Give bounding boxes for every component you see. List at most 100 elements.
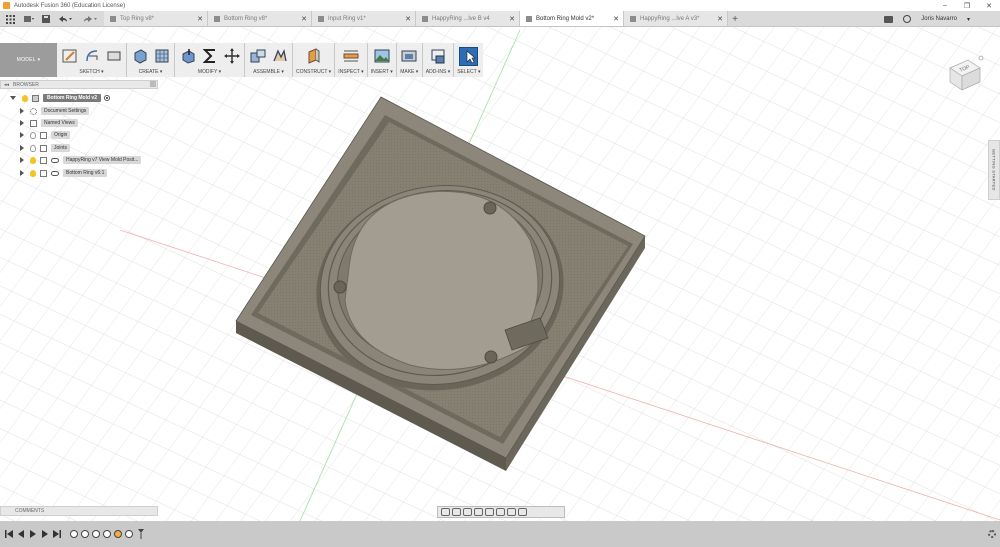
create-group-label[interactable]: CREATE ▾ — [139, 69, 163, 75]
save-icon[interactable] — [38, 12, 54, 26]
file-menu-icon[interactable] — [20, 12, 38, 26]
arc-icon[interactable] — [82, 47, 101, 66]
orbit-icon[interactable] — [441, 508, 450, 516]
sketch-icon[interactable] — [60, 47, 79, 66]
timeline-feature-icon[interactable] — [92, 530, 100, 538]
expand-triangle-icon[interactable] — [20, 157, 24, 163]
tree-item-document-settings[interactable]: Document Settings — [20, 106, 90, 116]
maximize-button[interactable]: ❐ — [956, 0, 978, 11]
view-cube[interactable]: TOP — [944, 54, 984, 94]
tab-bottom-ring-mold[interactable]: Bottom Ring Mold v2* ✕ — [520, 11, 624, 26]
plane-icon[interactable] — [304, 47, 323, 66]
panel-pin-icon[interactable] — [150, 81, 156, 87]
tab-happyring-b[interactable]: HappyRing ...lve B v4 ✕ — [416, 11, 520, 26]
tab-input-ring[interactable]: Input Ring v1* ✕ — [312, 11, 416, 26]
redo-icon[interactable] — [76, 12, 104, 26]
assemble-group-label[interactable]: ASSEMBLE ▾ — [253, 69, 284, 75]
comments-panel[interactable]: COMMENTS — [0, 506, 158, 516]
close-tab-icon[interactable]: ✕ — [509, 15, 515, 23]
browser-header[interactable]: ◂◂ BROWSER — [0, 80, 158, 89]
tree-item-origin[interactable]: Origin — [20, 130, 71, 140]
measure-icon[interactable] — [341, 47, 360, 66]
timeline-feature-icon[interactable] — [103, 530, 111, 538]
expand-triangle-icon[interactable] — [20, 170, 24, 176]
sigma-icon[interactable] — [200, 47, 219, 66]
collapse-icon[interactable]: ◂◂ — [4, 82, 9, 88]
press-pull-icon[interactable] — [178, 47, 197, 66]
print-icon[interactable] — [400, 47, 419, 66]
getting-started-tab[interactable]: GETTING STARTED — [988, 140, 1000, 200]
visibility-bulb-icon[interactable] — [30, 131, 36, 139]
tree-item-named-views[interactable]: Named Views — [20, 118, 78, 128]
expand-triangle-icon[interactable] — [20, 120, 24, 126]
play-icon[interactable] — [28, 529, 38, 539]
insert-group-label[interactable]: INSERT ▾ — [371, 69, 393, 75]
tree-root-component[interactable]: Bottom Ring Mold v2 — [10, 93, 110, 103]
sketch-group-label[interactable]: SKETCH ▾ — [79, 69, 103, 75]
tree-item-joints[interactable]: Joints — [20, 143, 71, 153]
timeline-feature-icon[interactable] — [81, 530, 89, 538]
addins-icon[interactable] — [428, 47, 447, 66]
move-icon[interactable] — [222, 47, 241, 66]
grid-settings-icon[interactable] — [507, 508, 516, 516]
select-icon[interactable] — [459, 46, 479, 66]
modify-group: MODIFY ▾ — [175, 43, 245, 77]
expand-triangle-icon[interactable] — [20, 108, 24, 114]
tree-item-bottom-ring[interactable]: Bottom Ring v6:1 — [20, 168, 108, 178]
display-settings-icon[interactable] — [496, 508, 505, 516]
zoom-icon[interactable] — [474, 508, 483, 516]
expand-triangle-icon[interactable] — [20, 145, 24, 151]
minimize-button[interactable]: – — [934, 0, 956, 11]
new-tab-button[interactable]: + — [728, 12, 742, 26]
timeline-feature-icon[interactable] — [70, 530, 78, 538]
app-grid-icon[interactable] — [0, 12, 20, 26]
tab-bottom-ring[interactable]: Bottom Ring v8* ✕ — [208, 11, 312, 26]
go-to-start-icon[interactable] — [4, 529, 14, 539]
modify-group-label[interactable]: MODIFY ▾ — [198, 69, 221, 75]
image-icon[interactable] — [372, 47, 391, 66]
close-tab-icon[interactable]: ✕ — [613, 15, 619, 23]
tab-happyring-a[interactable]: HappyRing ...lve A v3* ✕ — [624, 11, 728, 26]
rectangle-icon[interactable] — [104, 47, 123, 66]
timeline-feature-icon[interactable] — [125, 530, 133, 538]
visibility-bulb-icon[interactable] — [30, 144, 36, 152]
joint-icon[interactable] — [270, 47, 289, 66]
job-status-icon[interactable] — [903, 15, 912, 23]
tree-item-happyring-view[interactable]: HappyRing v7 View Mold Posit... — [20, 155, 142, 165]
pan-icon[interactable] — [463, 508, 472, 516]
visibility-bulb-icon[interactable] — [30, 156, 36, 164]
viewports-icon[interactable] — [518, 508, 527, 516]
make-group-label[interactable]: MAKE ▾ — [400, 69, 418, 75]
tab-top-ring[interactable]: Top Ring v8* ✕ — [104, 11, 208, 26]
select-group-label[interactable]: SELECT ▾ — [457, 69, 480, 75]
close-tab-icon[interactable]: ✕ — [717, 15, 723, 23]
go-to-end-icon[interactable] — [52, 529, 62, 539]
fit-icon[interactable] — [485, 508, 494, 516]
expand-triangle-icon[interactable] — [20, 132, 24, 138]
close-window-button[interactable]: ✕ — [978, 0, 1000, 11]
workspace-switcher[interactable]: MODEL ▾ — [0, 43, 57, 77]
close-tab-icon[interactable]: ✕ — [405, 15, 411, 23]
addins-group-label[interactable]: ADD-INS ▾ — [426, 69, 450, 75]
user-dropdown-icon[interactable]: ▾ — [967, 16, 970, 23]
step-forward-icon[interactable] — [40, 529, 50, 539]
look-at-icon[interactable] — [452, 508, 461, 516]
collapse-triangle-icon[interactable] — [10, 96, 16, 100]
user-name[interactable]: Joris Navarro — [921, 16, 957, 22]
close-tab-icon[interactable]: ✕ — [197, 15, 203, 23]
activate-radio-icon[interactable] — [104, 95, 110, 101]
timeline-feature-icon[interactable] — [114, 530, 122, 538]
construct-group-label[interactable]: CONSTRUCT ▾ — [296, 69, 331, 75]
component-icon[interactable] — [248, 47, 267, 66]
visibility-bulb-icon[interactable] — [22, 94, 28, 102]
timeline-settings-icon[interactable] — [988, 530, 996, 538]
sphere-icon[interactable] — [152, 47, 171, 66]
visibility-bulb-icon[interactable] — [30, 169, 36, 177]
box-icon[interactable] — [130, 47, 149, 66]
step-back-icon[interactable] — [16, 529, 26, 539]
close-tab-icon[interactable]: ✕ — [301, 15, 307, 23]
inspect-group-label[interactable]: INSPECT ▾ — [338, 69, 363, 75]
notifications-icon[interactable] — [884, 15, 894, 23]
timeline-marker-icon[interactable] — [136, 529, 146, 539]
undo-icon[interactable] — [54, 12, 76, 26]
